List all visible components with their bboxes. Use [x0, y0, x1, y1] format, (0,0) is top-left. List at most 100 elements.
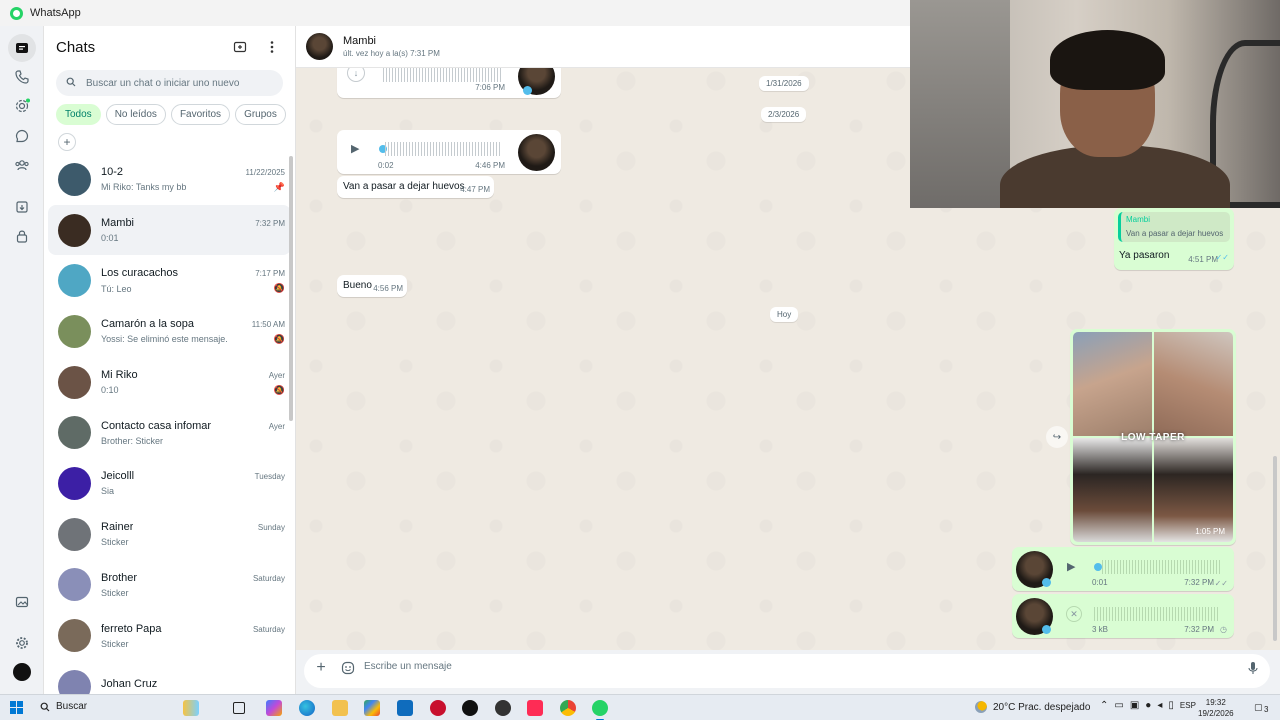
tray-battery-icon[interactable]: ▯	[1168, 700, 1174, 711]
conversation-scrollbar[interactable]	[1273, 456, 1277, 641]
weather-icon	[975, 701, 987, 713]
chat-name: 10-2	[101, 165, 124, 178]
chat-list-item[interactable]: Mi Riko Ayer 0:10 🔕	[44, 357, 295, 408]
settings-icon[interactable]	[8, 629, 36, 657]
notification-bell-icon[interactable]: ▢	[1254, 702, 1263, 713]
chat-time: Saturday	[252, 624, 285, 634]
message-text: Bueno	[343, 280, 372, 291]
profile-avatar[interactable]	[8, 658, 36, 686]
media-icon[interactable]	[8, 588, 36, 616]
chat-name: Brother	[101, 571, 138, 584]
chat-list-item[interactable]: Johan Cruz	[44, 661, 295, 694]
menu-kebab-icon[interactable]	[261, 36, 283, 58]
outgoing-voice-bubble-pending[interactable]: ✕ 3 kB 7:32 PM ◷	[1012, 594, 1234, 638]
play-icon[interactable]: ▶	[1067, 560, 1075, 573]
opera-icon[interactable]	[430, 700, 446, 716]
edge-browser-icon[interactable]	[299, 700, 315, 716]
chat-preview: Yossi: Se eliminó este mensaje.	[101, 334, 228, 345]
chat-list-scrollbar[interactable]	[289, 156, 293, 421]
voice-progress-dot[interactable]	[1094, 563, 1102, 571]
voice-waveform[interactable]	[383, 68, 501, 82]
new-chat-icon[interactable]	[229, 36, 251, 58]
taskbar-clock[interactable]: 19:32 19/2/2026	[1198, 697, 1234, 719]
message-input[interactable]: Escribe un mensaje	[364, 661, 452, 672]
voice-duration: 0:01	[1092, 578, 1108, 587]
chat-time: Saturday	[252, 573, 285, 583]
weather-text: 20°C Prac. despejado	[993, 701, 1091, 713]
chat-list-item[interactable]: 10-2 11/22/2025 Mi Riko: Tanks my bb 📌	[44, 154, 295, 205]
chrome-icon[interactable]	[560, 700, 576, 716]
whatsapp-taskbar-icon[interactable]	[592, 700, 608, 720]
chat-list-item[interactable]: Mambi 7:32 PM 0:01	[48, 204, 291, 256]
chat-avatar	[58, 466, 91, 500]
outlook-icon[interactable]	[397, 700, 413, 716]
obs-icon[interactable]	[495, 700, 511, 716]
tiktok-icon[interactable]	[527, 700, 543, 716]
microphone-icon[interactable]	[1246, 661, 1260, 675]
attach-plus-icon[interactable]: +	[314, 659, 328, 676]
tray-mic-icon[interactable]: ●	[1145, 700, 1151, 711]
tray-chevron-icon[interactable]: ⌃	[1100, 700, 1108, 711]
outgoing-image-bubble[interactable]: LOW TAPER 1:05 PM	[1070, 329, 1236, 545]
voice-message-bubble[interactable]: ▶ 0:02 4:46 PM	[337, 130, 561, 174]
tray-display-icon[interactable]: ▣	[1130, 700, 1139, 711]
search-input[interactable]: Buscar un chat o iniciar uno nuevo	[56, 70, 283, 96]
chat-list-item[interactable]: Brother Saturday Sticker	[44, 560, 295, 611]
chat-avatar	[58, 568, 91, 602]
sticker-emoji-icon[interactable]	[341, 661, 355, 675]
chat-list-item[interactable]: ferreto Papa Saturday Sticker	[44, 610, 295, 661]
taskbar-search[interactable]: Buscar	[40, 701, 87, 712]
forward-icon[interactable]: ↪	[1046, 426, 1068, 448]
image-collage[interactable]: LOW TAPER 1:05 PM	[1073, 332, 1233, 542]
chat-avatar	[58, 416, 91, 450]
tray-volume-icon[interactable]: ◂	[1157, 700, 1162, 711]
archived-icon[interactable]	[8, 193, 36, 221]
search-placeholder: Buscar un chat o iniciar uno nuevo	[86, 77, 240, 89]
tray-network-icon[interactable]: ▭	[1114, 700, 1123, 711]
store-icon[interactable]	[364, 700, 380, 716]
chat-list-item[interactable]: Contacto casa infomar Ayer Brother: Sticke…	[44, 407, 295, 458]
chat-list-item[interactable]: Rainer Sunday Sticker	[44, 509, 295, 560]
outgoing-reply-bubble[interactable]: Mambi Van a pasar a dejar huevos Ya pasa…	[1114, 208, 1234, 270]
filter-chip-no-leidos[interactable]: No leídos	[105, 104, 166, 125]
filter-chip-grupos[interactable]: Grupos	[235, 104, 286, 125]
voice-waveform[interactable]	[1094, 607, 1220, 621]
communities-icon[interactable]	[8, 151, 36, 179]
chat-list-item[interactable]: Camarón a la sopa 11:50 AM Yossi: Se elimi…	[44, 306, 295, 357]
file-explorer-icon[interactable]	[332, 700, 348, 716]
filter-chip-favoritos[interactable]: Favoritos	[170, 104, 231, 125]
calls-icon[interactable]	[8, 63, 36, 91]
outgoing-voice-bubble[interactable]: ▶ 0:01 7:32 PM ✓✓	[1012, 547, 1234, 591]
chat-list-item[interactable]: Los curacachos 7:17 PM Tú: Leo 🔕	[44, 255, 295, 306]
chat-list-item[interactable]: Jeicolll Tuesday Sia	[44, 458, 295, 509]
weather-widget[interactable]: 20°C Prac. despejado	[975, 701, 1090, 713]
play-icon[interactable]: ▶	[351, 142, 359, 155]
webcam-overlay	[910, 0, 1280, 208]
incoming-message-bubble[interactable]: Van a pasar a dejar huevos 4:47 PM	[337, 176, 494, 198]
voice-file-size: 3 kB	[1092, 625, 1109, 634]
add-filter-button[interactable]: +	[58, 133, 76, 151]
message-text: Ya pasaron	[1119, 250, 1170, 261]
channels-icon[interactable]	[8, 122, 36, 150]
lock-icon[interactable]	[8, 222, 36, 250]
voice-waveform[interactable]	[1102, 560, 1220, 574]
cancel-upload-icon[interactable]: ✕	[1066, 606, 1082, 622]
copilot-sparkle-icon[interactable]	[183, 700, 199, 716]
contact-avatar[interactable]	[306, 33, 333, 60]
github-icon[interactable]	[462, 700, 478, 716]
tray-language[interactable]: ESP	[1180, 701, 1196, 710]
chats-title: Chats	[56, 38, 96, 56]
quoted-message[interactable]: Mambi Van a pasar a dejar huevos	[1118, 212, 1230, 242]
copilot-app-icon[interactable]	[266, 700, 282, 716]
conversation-header[interactable]: Mambi últ. vez hoy a la(s) 7:31 PM	[296, 26, 910, 68]
start-menu-icon[interactable]	[10, 701, 23, 714]
incoming-message-bubble[interactable]: Bueno 4:56 PM	[337, 275, 407, 297]
chat-avatar	[58, 264, 91, 298]
status-icon[interactable]	[8, 92, 36, 120]
filter-chip-todos[interactable]: Todos	[56, 104, 101, 125]
quoted-text: Van a pasar a dejar huevos	[1126, 229, 1224, 238]
task-view-icon[interactable]	[233, 702, 245, 714]
chats-icon[interactable]	[8, 34, 36, 62]
chat-name: Los curacachos	[101, 267, 179, 280]
voice-waveform[interactable]	[385, 142, 501, 156]
